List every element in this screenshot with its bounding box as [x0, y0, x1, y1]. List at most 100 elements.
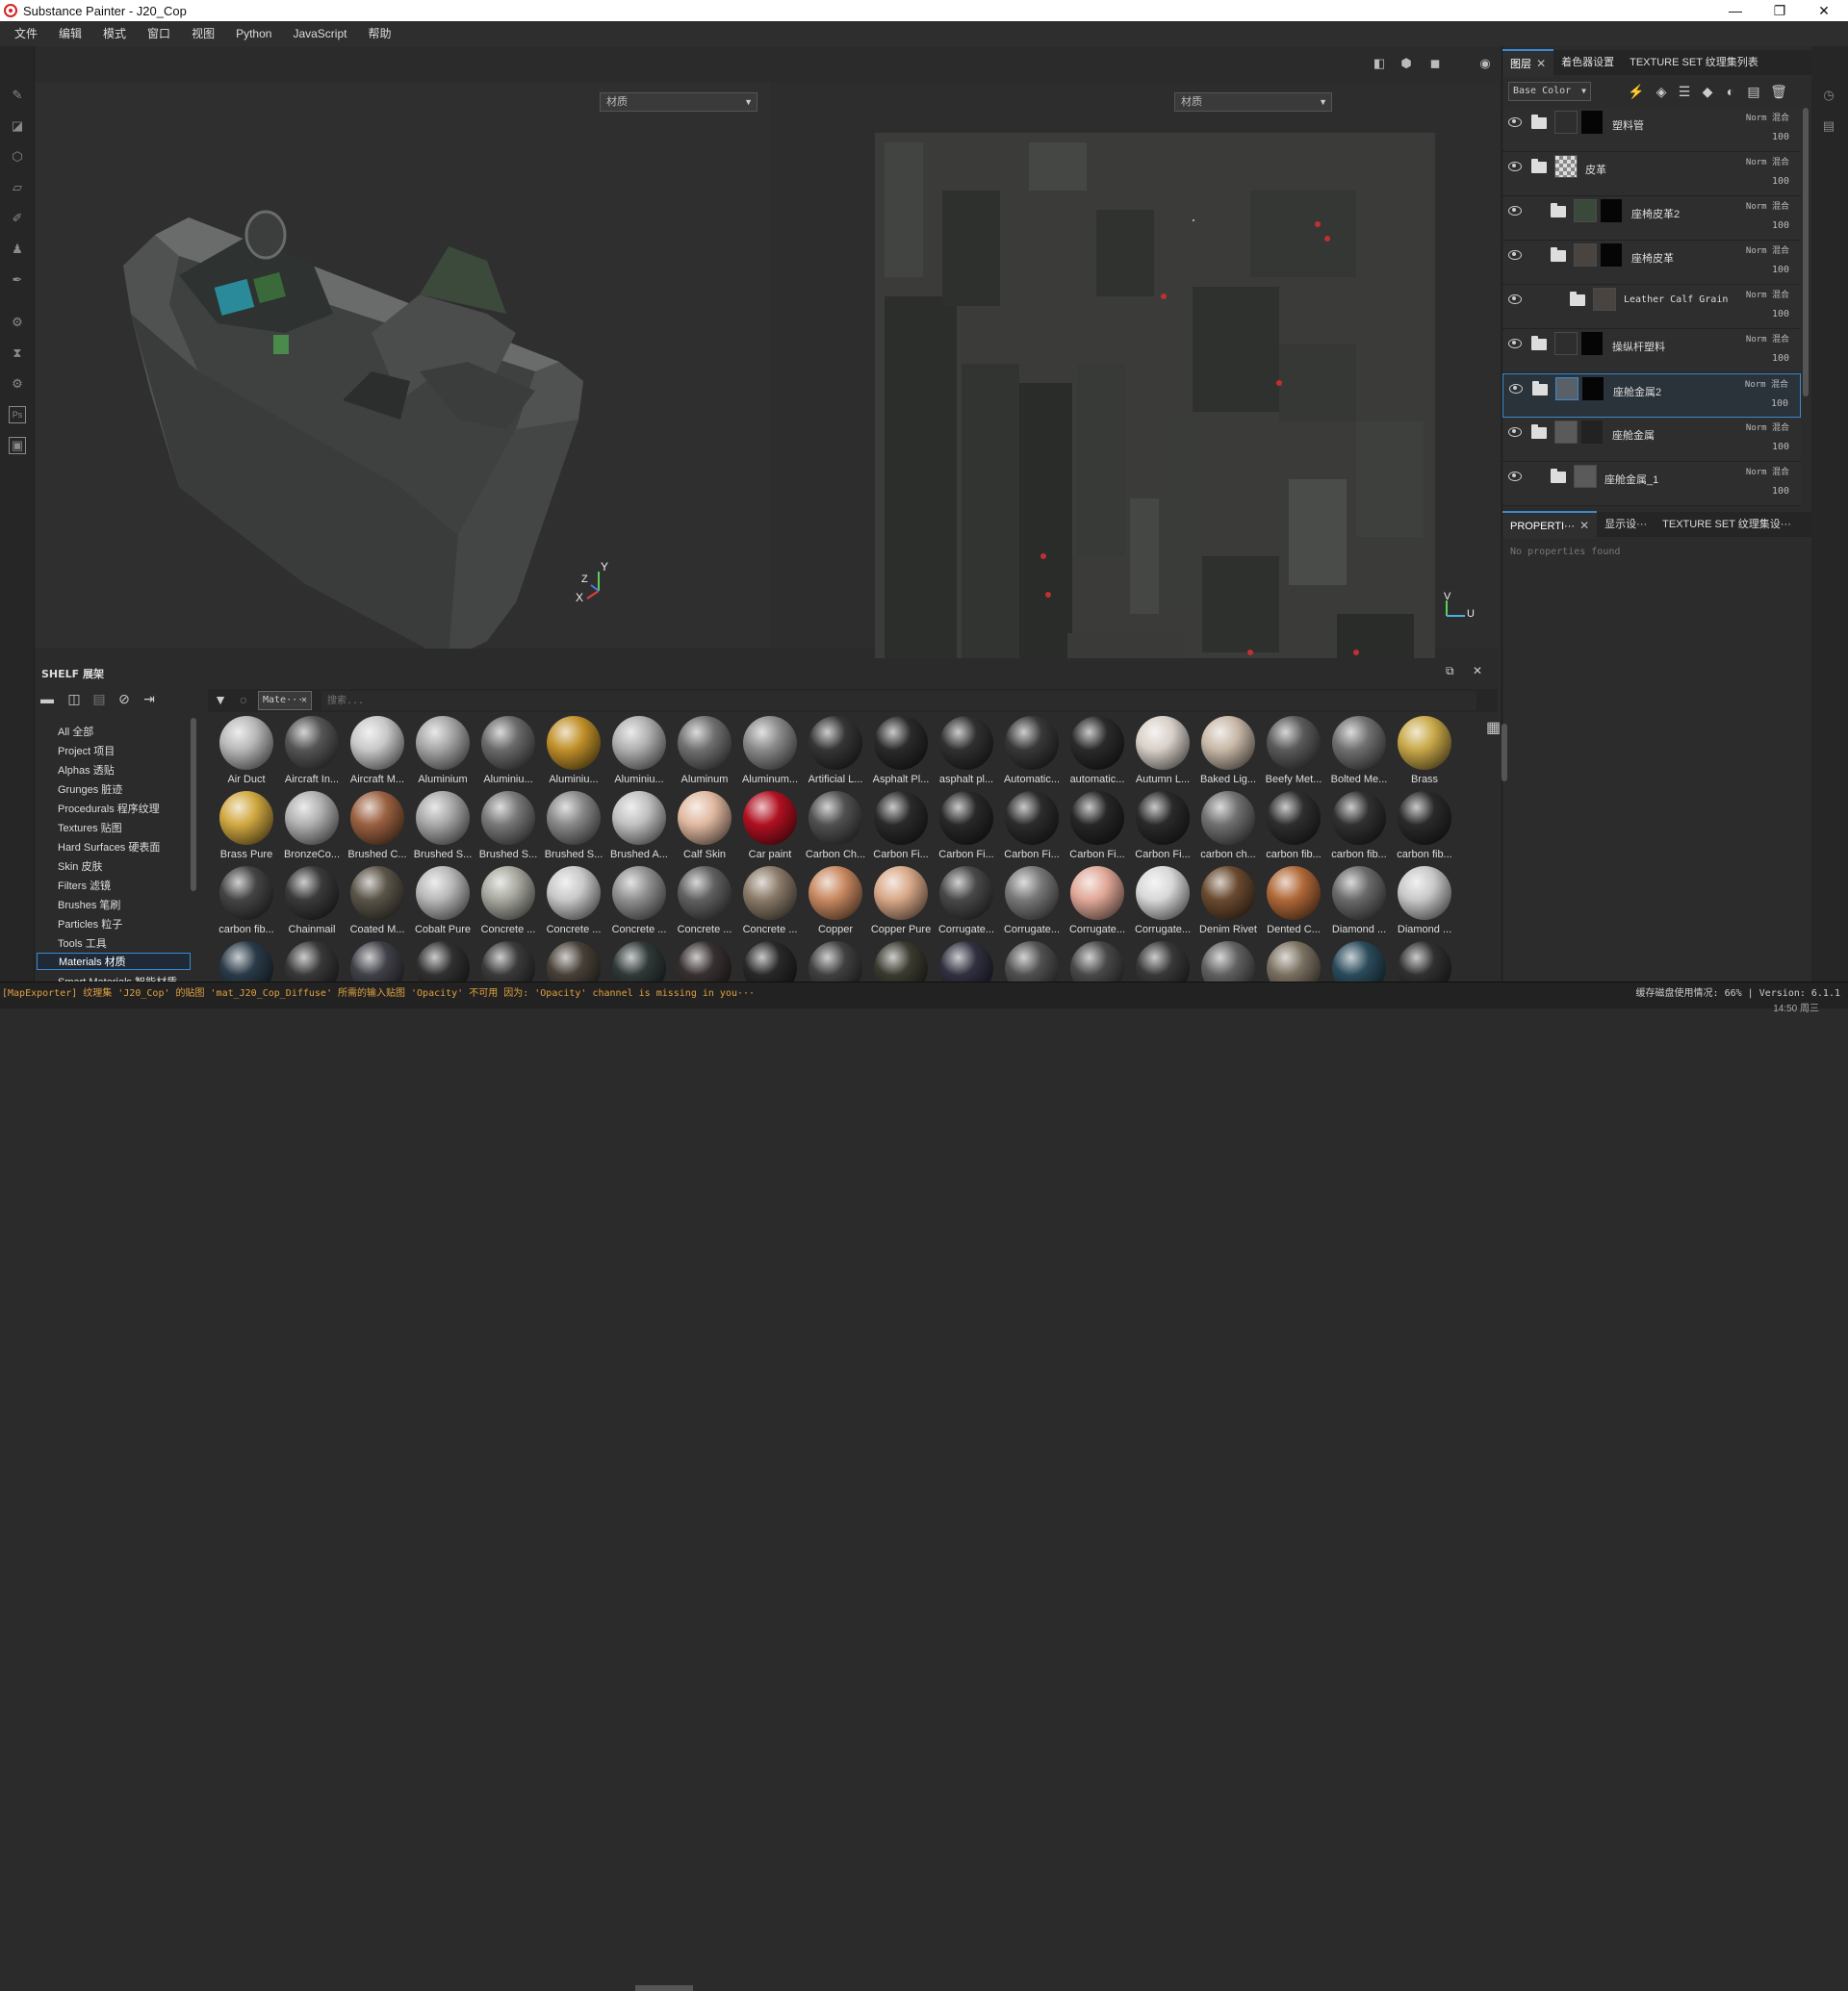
minimize-button[interactable]: — — [1713, 0, 1758, 21]
layer-blend-mode[interactable]: Norm 混合 — [1746, 288, 1789, 300]
add-smart-material-icon[interactable]: ◐ — [1722, 83, 1739, 100]
eye-icon[interactable] — [1508, 339, 1522, 348]
layer-opacity[interactable]: 100 — [1772, 220, 1789, 231]
history-icon[interactable]: ◷ — [1820, 87, 1837, 104]
material-thumbnail[interactable]: Car paint — [737, 791, 803, 866]
cube-view-icon[interactable]: ⬢ — [1398, 56, 1415, 73]
material-thumbnail[interactable] — [606, 941, 672, 982]
category-procedurals[interactable]: Procedurals 程序纹理 — [58, 801, 160, 816]
material-thumbnail[interactable]: Concrete ... — [737, 866, 803, 941]
eraser-icon[interactable]: ◪ — [9, 117, 26, 135]
layer-row[interactable]: 皮革 Norm 混合 100 — [1502, 152, 1801, 196]
eye-icon[interactable] — [1509, 384, 1523, 394]
screenshot-icon[interactable]: ◉ — [1476, 56, 1494, 73]
material-thumbnail[interactable] — [737, 941, 803, 982]
grid-view-icon[interactable]: ▦ — [1486, 718, 1501, 737]
material-thumbnail[interactable]: Asphalt Pl... — [868, 716, 934, 791]
menu-file[interactable]: 文件 — [4, 21, 48, 46]
category-filters[interactable]: Filters 滤镜 — [58, 878, 111, 893]
material-thumbnail[interactable]: Carbon Fi... — [934, 791, 999, 866]
add-effect-icon[interactable]: ⚡ — [1628, 83, 1645, 100]
material-thumbnail[interactable]: Chainmail — [279, 866, 345, 941]
material-thumbnail[interactable]: Brushed S... — [541, 791, 606, 866]
layer-opacity[interactable]: 100 — [1772, 486, 1789, 497]
material-thumbnail[interactable] — [214, 941, 279, 982]
material-thumbnail[interactable]: Baked Lig... — [1195, 716, 1261, 791]
material-thumbnail[interactable]: carbon fib... — [1326, 791, 1392, 866]
material-thumbnail[interactable] — [1130, 941, 1195, 982]
float-panel-icon[interactable]: ⧉ — [1446, 664, 1454, 678]
delete-layer-icon[interactable]: 🗑 — [1770, 83, 1787, 100]
new-shelf-icon[interactable]: ◫ — [65, 691, 83, 708]
layer-blend-mode[interactable]: Norm 混合 — [1746, 421, 1789, 433]
plugin-icon[interactable]: ⚙ — [9, 375, 26, 393]
viewport-3d[interactable]: 材质 ▼ Y Z X — [35, 83, 768, 649]
layer-blend-mode[interactable]: Norm 混合 — [1746, 465, 1789, 477]
category-skin[interactable]: Skin 皮肤 — [58, 858, 102, 874]
material-thumbnail[interactable] — [475, 941, 541, 982]
eye-icon[interactable] — [1508, 472, 1522, 481]
eye-icon[interactable] — [1508, 117, 1522, 127]
material-thumbnail[interactable]: Copper Pure — [868, 866, 934, 941]
menu-mode[interactable]: 模式 — [92, 21, 137, 46]
material-thumbnail[interactable] — [803, 941, 868, 982]
material-thumbnail[interactable] — [1261, 941, 1326, 982]
material-thumbnail[interactable]: Bolted Me... — [1326, 716, 1392, 791]
layer-blend-mode[interactable]: Norm 混合 — [1746, 332, 1789, 345]
material-thumbnail[interactable]: Artificial L... — [803, 716, 868, 791]
material-thumbnail[interactable]: Denim Rivet — [1195, 866, 1261, 941]
layer-opacity[interactable]: 100 — [1772, 176, 1789, 187]
material-thumbnail[interactable]: Dented C... — [1261, 866, 1326, 941]
tab-shader-settings[interactable]: 着色器设置 — [1553, 50, 1622, 75]
material-thumbnail[interactable]: Brushed S... — [475, 791, 541, 866]
smudge-icon[interactable]: ✐ — [9, 210, 26, 227]
layer-row[interactable]: 操纵杆塑料 Norm 混合 100 — [1502, 329, 1801, 373]
close-icon[interactable]: ✕ — [1536, 57, 1546, 70]
material-thumbnail[interactable]: Brushed A... — [606, 791, 672, 866]
material-thumbnail[interactable]: Beefy Met... — [1261, 716, 1326, 791]
tab-texture-set-settings[interactable]: TEXTURE SET 纹理集设··· — [1655, 512, 1799, 537]
material-thumbnail[interactable]: automatic... — [1065, 716, 1130, 791]
settings-icon[interactable]: ⚙ — [9, 314, 26, 331]
category-materials[interactable]: Materials 材质 — [37, 953, 191, 970]
maximize-button[interactable]: ❐ — [1758, 0, 1802, 21]
material-thumbnail[interactable]: Cobalt Pure — [410, 866, 475, 941]
category-smart-materials[interactable]: Smart Materials 智能材质 — [58, 974, 177, 982]
add-fill-layer-icon[interactable]: ◆ — [1699, 83, 1716, 100]
hide-icon[interactable]: ⊘ — [116, 691, 133, 708]
menu-python[interactable]: Python — [225, 21, 282, 46]
menu-window[interactable]: 窗口 — [137, 21, 181, 46]
material-thumbnail[interactable] — [410, 941, 475, 982]
material-thumbnail[interactable]: BronzeCo... — [279, 791, 345, 866]
shelf-search-input[interactable] — [321, 691, 1476, 710]
material-thumbnail[interactable] — [279, 941, 345, 982]
material-thumbnail[interactable] — [672, 941, 737, 982]
material-thumbnail[interactable]: Copper — [803, 866, 868, 941]
layer-row[interactable]: 座舱金属_1 Norm 混合 100 — [1502, 462, 1801, 506]
tab-layers[interactable]: 图层 ✕ — [1502, 48, 1554, 77]
material-thumbnail[interactable]: Corrugate... — [1065, 866, 1130, 941]
material-thumbnail[interactable]: Aluminiu... — [606, 716, 672, 791]
layer-row[interactable]: 座舱金属 Norm 混合 100 — [1502, 418, 1801, 462]
layer-row-selected[interactable]: 座舱金属2 Norm 混合 100 — [1502, 373, 1801, 418]
material-thumbnail[interactable]: carbon ch... — [1195, 791, 1261, 866]
filter-icon[interactable]: ▼ — [212, 692, 229, 709]
material-thumbnail[interactable]: Aluminiu... — [541, 716, 606, 791]
material-thumbnail[interactable]: carbon fib... — [1392, 791, 1457, 866]
material-thumbnail[interactable]: carbon fib... — [214, 866, 279, 941]
category-grunges[interactable]: Grunges 脏迹 — [58, 781, 122, 797]
material-thumbnail[interactable] — [1392, 941, 1457, 982]
layer-opacity[interactable]: 100 — [1772, 442, 1789, 452]
layer-row[interactable]: 座椅皮革 Norm 混合 100 — [1502, 241, 1801, 285]
material-thumbnail[interactable]: Coated M... — [345, 866, 410, 941]
material-thumbnail[interactable]: Calf Skin — [672, 791, 737, 866]
material-thumbnail[interactable]: Aircraft In... — [279, 716, 345, 791]
category-all[interactable]: All 全部 — [58, 724, 93, 739]
material-thumbnail[interactable]: Aluminum... — [737, 716, 803, 791]
projection-icon[interactable]: ⬡ — [9, 148, 26, 166]
layer-opacity[interactable]: 100 — [1772, 132, 1789, 142]
folder-icon[interactable]: ▬ — [38, 691, 56, 708]
filter-chip[interactable]: Mate··· ✕ — [258, 691, 312, 710]
material-thumbnail[interactable]: Concrete ... — [541, 866, 606, 941]
close-icon[interactable]: ✕ — [1579, 519, 1589, 532]
